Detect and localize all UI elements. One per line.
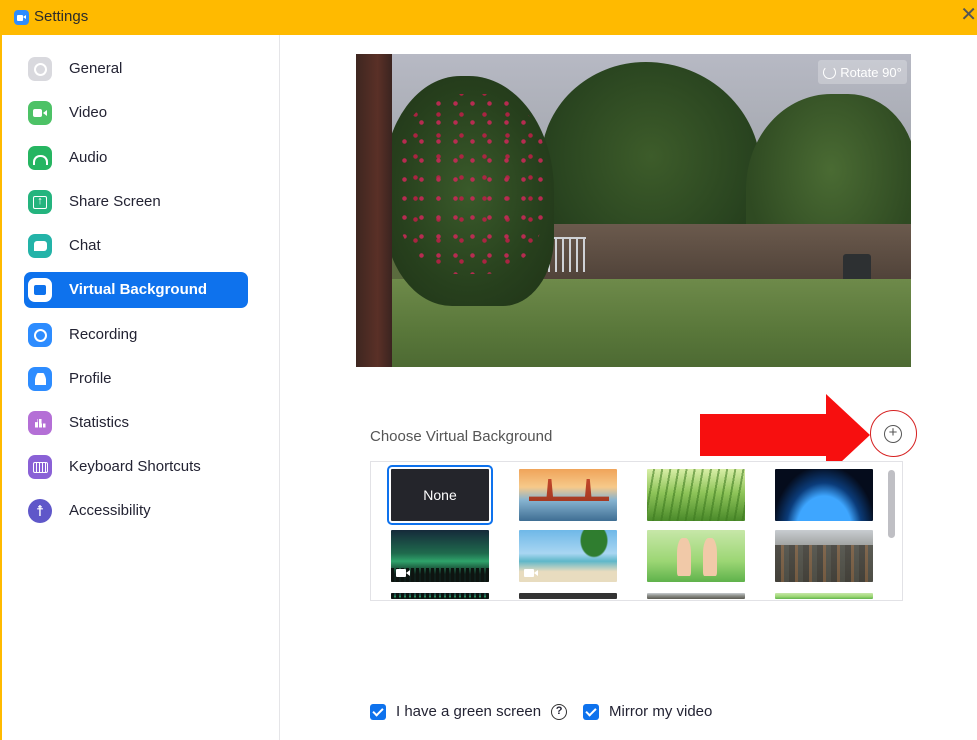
rotate-label: Rotate 90°: [840, 64, 902, 80]
preview-post: [356, 54, 392, 367]
sidebar-item-video[interactable]: Video: [24, 95, 248, 131]
sidebar-item-share-screen[interactable]: Share Screen: [24, 184, 248, 220]
background-tile-partial[interactable]: [775, 593, 873, 599]
zoom-app-icon: [14, 10, 29, 25]
video-camera-icon: [524, 569, 538, 577]
record-icon: [28, 323, 52, 347]
sidebar-item-label: General: [69, 60, 123, 77]
sidebar-item-profile[interactable]: Profile: [24, 361, 248, 397]
window-title: Settings: [34, 8, 89, 25]
accessibility-icon: [28, 499, 52, 523]
settings-sidebar: General Video Audio Share Screen Chat Vi…: [2, 35, 280, 740]
mirror-video-checkbox[interactable]: [583, 703, 599, 720]
person-icon: [28, 367, 52, 391]
gallery-scrollbar[interactable]: [884, 467, 896, 592]
add-background-button[interactable]: +: [884, 425, 902, 443]
background-tile-beach[interactable]: [519, 530, 617, 582]
background-tile-cartoon[interactable]: [647, 530, 745, 582]
video-camera-icon: [396, 569, 410, 577]
sidebar-item-chat[interactable]: Chat: [24, 228, 248, 264]
sidebar-item-keyboard-shortcuts[interactable]: Keyboard Shortcuts: [24, 449, 248, 485]
share-screen-icon: [28, 190, 52, 214]
background-tile-none[interactable]: None: [387, 465, 493, 525]
background-tile-partial[interactable]: [519, 593, 617, 599]
sidebar-item-audio[interactable]: Audio: [24, 140, 248, 176]
green-screen-label: I have a green screen: [396, 703, 542, 720]
mirror-video-option[interactable]: Mirror my video: [583, 703, 712, 720]
rotate-icon: [823, 65, 837, 79]
sidebar-item-general[interactable]: General: [24, 51, 248, 87]
section-label: Choose Virtual Background: [370, 428, 553, 445]
sidebar-item-label: Keyboard Shortcuts: [69, 458, 201, 475]
sidebar-item-accessibility[interactable]: Accessibility: [24, 493, 248, 529]
background-gallery: None: [370, 461, 903, 601]
sidebar-item-label: Audio: [69, 149, 108, 166]
sidebar-item-label: Chat: [69, 237, 101, 254]
sidebar-item-label: Recording: [69, 326, 138, 343]
keyboard-icon: [28, 455, 52, 479]
bar-chart-icon: [28, 411, 52, 435]
preview-flowers: [396, 94, 546, 274]
virtual-background-icon: [28, 278, 52, 302]
background-tile-partial[interactable]: [391, 593, 489, 599]
close-window-button[interactable]: ✕: [960, 5, 977, 25]
sidebar-item-label: Virtual Background: [69, 281, 208, 298]
background-tile-partial[interactable]: [647, 593, 745, 599]
tile-label: None: [423, 487, 457, 503]
scroll-thumb[interactable]: [888, 470, 895, 538]
window-titlebar: Settings ✕: [0, 0, 977, 35]
sidebar-item-label: Profile: [69, 370, 112, 387]
arrow-shaft: [700, 414, 828, 456]
background-tile-earth[interactable]: [775, 469, 873, 521]
sidebar-item-label: Share Screen: [69, 193, 161, 210]
sidebar-item-label: Statistics: [69, 414, 130, 431]
mirror-video-label: Mirror my video: [609, 703, 713, 720]
green-screen-checkbox[interactable]: [370, 703, 386, 720]
background-tile-aurora[interactable]: [391, 530, 489, 582]
background-tile-golden-gate[interactable]: [519, 469, 617, 521]
sidebar-item-label: Accessibility: [69, 502, 151, 519]
sidebar-item-virtual-background[interactable]: Virtual Background: [24, 272, 248, 308]
gear-icon: [28, 57, 52, 81]
video-camera-icon: [28, 101, 52, 125]
help-icon[interactable]: ?: [551, 703, 568, 720]
rotate-90-button[interactable]: Rotate 90°: [818, 60, 907, 84]
chat-bubble-icon: [28, 234, 52, 258]
camera-preview: [356, 54, 911, 367]
headphones-icon: [28, 146, 52, 170]
sidebar-item-label: Video: [69, 104, 108, 121]
background-tile-battle[interactable]: [775, 530, 873, 582]
sidebar-item-statistics[interactable]: Statistics: [24, 405, 248, 441]
sidebar-item-recording[interactable]: Recording: [24, 317, 248, 353]
green-screen-option[interactable]: I have a green screen ?: [370, 703, 568, 720]
background-tile-grass[interactable]: [647, 469, 745, 521]
